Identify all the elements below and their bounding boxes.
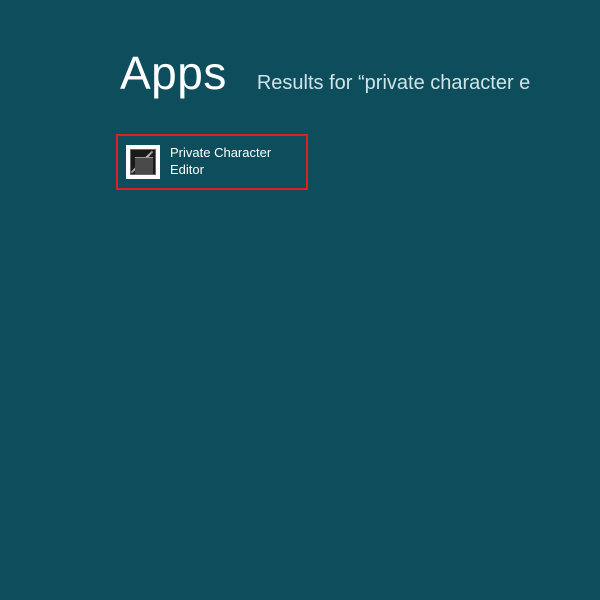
app-tile-label: Private Character Editor bbox=[170, 145, 298, 179]
results-container: Private Character Editor bbox=[116, 134, 308, 190]
header: Apps Results for “private character e bbox=[120, 46, 530, 100]
app-tile-private-character-editor[interactable]: Private Character Editor bbox=[116, 134, 308, 190]
private-character-editor-icon bbox=[126, 145, 160, 179]
results-text: Results for “private character e bbox=[257, 72, 530, 95]
page-title: Apps bbox=[120, 46, 227, 100]
